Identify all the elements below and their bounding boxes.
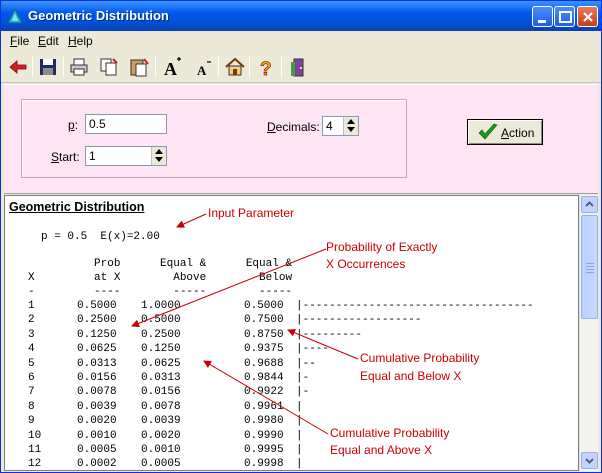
help-icon[interactable]: ? (255, 56, 277, 78)
arrow-cum-below (287, 328, 359, 360)
start-stepper[interactable]: 1 (85, 146, 167, 166)
start-spin-buttons[interactable] (151, 147, 166, 165)
spin-up-icon[interactable] (155, 149, 163, 154)
maximize-icon (559, 11, 572, 23)
exit-door-icon[interactable] (287, 56, 309, 78)
chevron-down-icon (585, 458, 594, 464)
app-window: Geometric Distribution File Edit Help A … (0, 0, 602, 473)
spin-down-icon[interactable] (155, 157, 163, 162)
font-decrease-icon[interactable]: A (193, 56, 215, 78)
menu-help[interactable]: Help (68, 34, 93, 48)
chevron-up-icon (585, 201, 594, 207)
window-title: Geometric Distribution (28, 8, 169, 23)
scroll-up-button[interactable] (581, 196, 598, 213)
start-value: 1 (89, 149, 96, 163)
minimize-button[interactable] (532, 6, 553, 27)
app-icon (7, 8, 23, 24)
start-label: Start: (51, 150, 80, 164)
decimals-value: 4 (326, 119, 333, 133)
spin-up-icon[interactable] (347, 119, 355, 124)
p-label: p: (68, 118, 79, 132)
scroll-thumb[interactable] (581, 215, 598, 319)
p-input[interactable]: 0.5 (85, 114, 167, 134)
output-area[interactable]: Geometric Distribution p = 0.5 E(x)=2.00… (4, 195, 579, 471)
back-arrow-icon[interactable] (7, 56, 29, 78)
action-label: Action (501, 126, 535, 140)
scroll-down-button[interactable] (581, 452, 598, 469)
save-icon[interactable] (37, 56, 59, 78)
annotation-arrows (131, 213, 359, 435)
copy-icon[interactable] (98, 56, 120, 78)
spin-down-icon[interactable] (347, 127, 355, 132)
print-icon[interactable] (68, 56, 90, 78)
menu-bar: File Edit Help (1, 31, 601, 51)
arrow-prob-exact (131, 248, 327, 328)
close-button[interactable] (577, 6, 598, 27)
arrow-input-parameter (176, 213, 207, 228)
minimize-icon (538, 20, 546, 23)
menu-edit[interactable]: Edit (38, 34, 59, 48)
maximize-button[interactable] (554, 6, 575, 27)
font-increase-icon[interactable]: A (161, 56, 183, 78)
decimals-spin-buttons[interactable] (343, 117, 358, 135)
title-bar[interactable]: Geometric Distribution (1, 1, 601, 31)
paste-icon[interactable] (128, 56, 150, 78)
action-button[interactable]: Action (467, 119, 543, 145)
svg-text:A: A (197, 63, 207, 78)
toolbar: A A ? (1, 51, 601, 83)
close-icon (583, 12, 593, 22)
home-icon[interactable] (224, 56, 246, 78)
svg-text:A: A (164, 59, 177, 78)
decimals-label: Decimals: (267, 120, 320, 134)
vertical-scrollbar[interactable] (579, 195, 598, 471)
arrow-cum-above (203, 360, 329, 435)
menu-file[interactable]: File (10, 34, 29, 48)
check-icon (478, 123, 498, 140)
input-panel: p: 0.5 Start: 1 Decimals: 4 Action (4, 84, 598, 194)
svg-text:?: ? (260, 59, 272, 78)
parameter-group (21, 99, 407, 178)
decimals-stepper[interactable]: 4 (322, 116, 359, 136)
